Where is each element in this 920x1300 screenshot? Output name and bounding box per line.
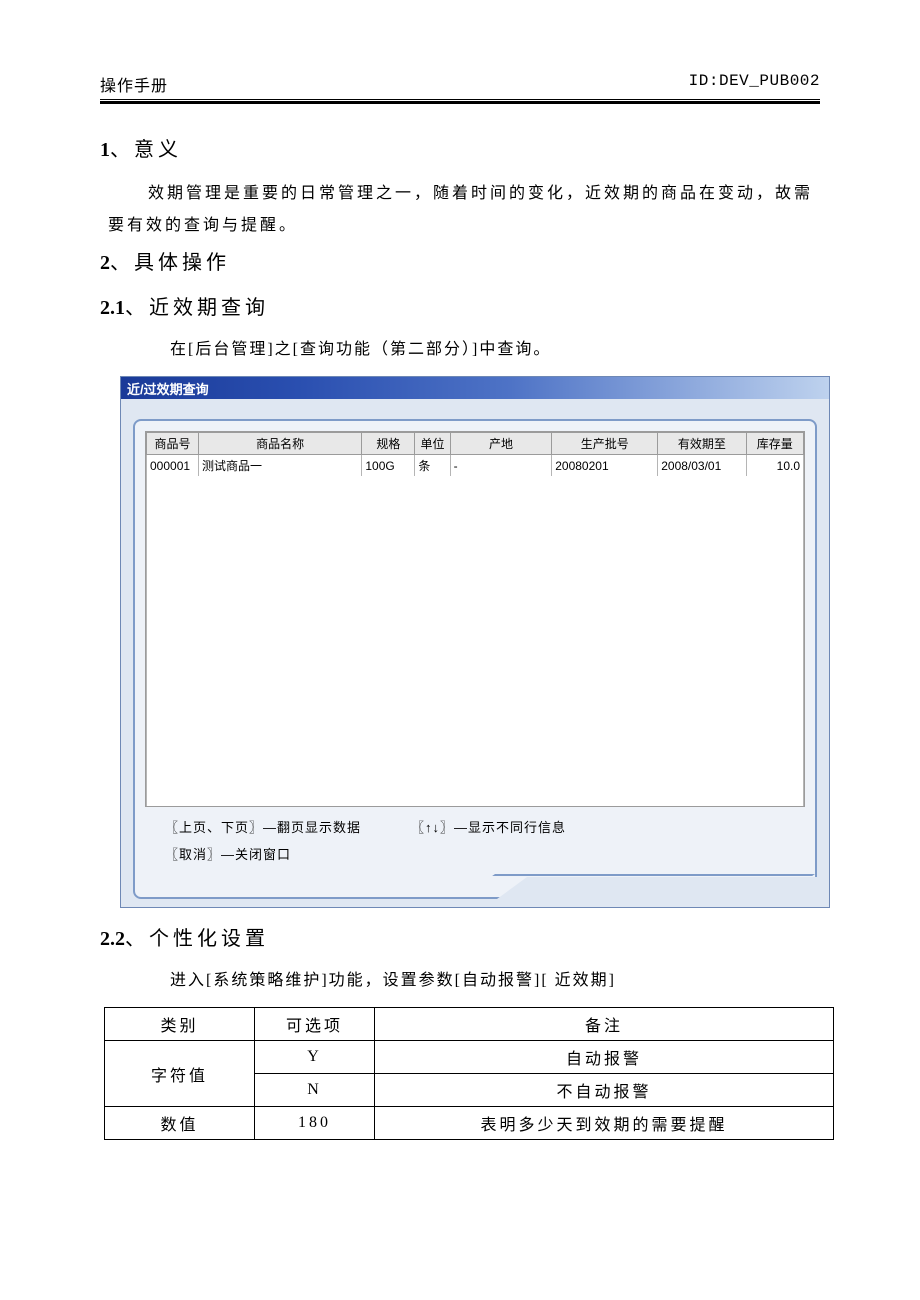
- heading-2-num: 2: [100, 252, 110, 274]
- col-batch: 生产批号: [552, 433, 658, 455]
- cell-unit: 条: [415, 455, 450, 477]
- col-spec: 规格: [362, 433, 415, 455]
- cell-batch: 20080201: [552, 455, 658, 477]
- col-stock: 库存量: [746, 433, 803, 455]
- grid-row[interactable]: 000001 测试商品一 100G 条 - 20080201 2008/03/0…: [147, 455, 804, 477]
- col-unit: 单位: [415, 433, 450, 455]
- para-2-2: 进入[系统策略维护]功能，设置参数[自动报警][ 近效期]: [100, 965, 820, 997]
- heading-2-2-num: 2.2: [100, 928, 125, 950]
- heading-2-1-num: 2.1: [100, 297, 125, 319]
- settings-opt-y: Y: [255, 1041, 375, 1074]
- grid-header-row: 商品号 商品名称 规格 单位 产地 生产批号 有效期至 库存量: [147, 433, 804, 455]
- grid-empty-area: [147, 476, 804, 806]
- heading-1-title: 意义: [134, 139, 182, 161]
- heading-2-1: 2.1、 近效期查询: [100, 291, 820, 320]
- cell-stock: 10.0: [746, 455, 803, 477]
- settings-opt-180: 180: [255, 1107, 375, 1140]
- cell-name: 测试商品一: [198, 455, 361, 477]
- settings-cat-str: 字符值: [105, 1041, 255, 1107]
- heading-2-dot: 、: [110, 252, 130, 274]
- hint-cancel: 〖取消〗—关闭窗口: [165, 844, 291, 863]
- col-origin: 产地: [450, 433, 552, 455]
- settings-header-row: 类别 可选项 备注: [105, 1008, 834, 1041]
- embedded-window: 近/过效期查询 商品号 商品名称 规格 单位 产地 生产批号 有效期至 库存量: [120, 376, 830, 908]
- hint-page: 〖上页、下页〗—翻页显示数据: [165, 817, 361, 836]
- heading-2-2-dot: 、: [125, 928, 145, 950]
- cell-origin: -: [450, 455, 552, 477]
- cell-exp: 2008/03/01: [658, 455, 746, 477]
- heading-2-1-title: 近效期查询: [149, 297, 269, 319]
- embedded-window-title: 近/过效期查询: [121, 377, 829, 399]
- col-name: 商品名称: [198, 433, 361, 455]
- heading-2: 2、 具体操作: [100, 246, 820, 275]
- settings-table: 类别 可选项 备注 字符值 Y 自动报警 N 不自动报警 数值 180 表明多少…: [104, 1007, 834, 1140]
- settings-row: 数值 180 表明多少天到效期的需要提醒: [105, 1107, 834, 1140]
- para-2-1: 在[后台管理]之[查询功能（第二部分）]中查询。: [100, 334, 820, 366]
- col-exp: 有效期至: [658, 433, 746, 455]
- heading-2-title: 具体操作: [134, 252, 230, 274]
- settings-opt-n: N: [255, 1074, 375, 1107]
- keyboard-hints: 〖上页、下页〗—翻页显示数据 〖↑↓〗—显示不同行信息 〖取消〗—关闭窗口: [145, 807, 805, 867]
- settings-note-180: 表明多少天到效期的需要提醒: [375, 1107, 834, 1140]
- settings-row: 字符值 Y 自动报警: [105, 1041, 834, 1074]
- panel-corner-cut: [497, 877, 817, 899]
- header-rule-thin: [100, 99, 820, 100]
- settings-h-opt: 可选项: [255, 1008, 375, 1041]
- settings-cat-num: 数值: [105, 1107, 255, 1140]
- heading-2-2-title: 个性化设置: [149, 928, 269, 950]
- settings-h-cat: 类别: [105, 1008, 255, 1041]
- heading-1-num: 1: [100, 139, 110, 161]
- header-left: 操作手册: [100, 72, 168, 96]
- heading-1-dot: 、: [110, 139, 130, 161]
- heading-2-2: 2.2、 个性化设置: [100, 922, 820, 951]
- hint-arrows: 〖↑↓〗—显示不同行信息: [411, 817, 566, 836]
- header-right: ID:DEV_PUB002: [689, 72, 820, 96]
- embedded-window-body: 商品号 商品名称 规格 单位 产地 生产批号 有效期至 库存量 000001 测…: [133, 419, 817, 899]
- heading-1: 1、 意义: [100, 133, 820, 162]
- settings-note-y: 自动报警: [375, 1041, 834, 1074]
- settings-note-n: 不自动报警: [375, 1074, 834, 1107]
- cell-id: 000001: [147, 455, 199, 477]
- cell-spec: 100G: [362, 455, 415, 477]
- col-id: 商品号: [147, 433, 199, 455]
- para-1: 效期管理是重要的日常管理之一，随着时间的变化，近效期的商品在变动，故需要有效的查…: [100, 178, 820, 242]
- heading-2-1-dot: 、: [125, 297, 145, 319]
- settings-h-note: 备注: [375, 1008, 834, 1041]
- result-grid: 商品号 商品名称 规格 单位 产地 生产批号 有效期至 库存量 000001 测…: [145, 431, 805, 807]
